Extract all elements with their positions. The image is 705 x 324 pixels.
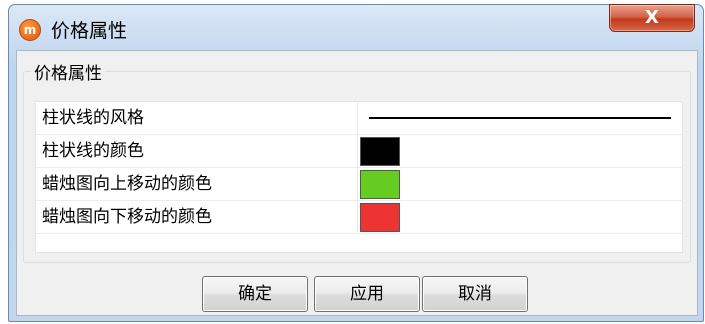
candle-up-color-value[interactable] [359, 168, 684, 201]
dialog-client-area: 价格属性 柱状线的风格 柱状线的颜色 蜡烛图向上移动的颜色 蜡烛图向下移动的颜色… [16, 50, 698, 316]
cancel-button[interactable]: 取消 [422, 276, 528, 312]
property-row-bar-color[interactable]: 柱状线的颜色 [36, 135, 684, 168]
property-label: 蜡烛图向下移动的颜色 [36, 201, 358, 234]
close-button[interactable]: X [609, 4, 695, 32]
property-label: 柱状线的风格 [36, 102, 358, 135]
property-label: 柱状线的颜色 [36, 135, 358, 168]
color-swatch-bar[interactable] [360, 137, 400, 166]
property-label: 蜡烛图向上移动的颜色 [36, 168, 358, 201]
property-row-candle-down-color[interactable]: 蜡烛图向下移动的颜色 [36, 201, 684, 234]
title-bar[interactable]: m 价格属性 X [9, 4, 703, 49]
bar-color-value[interactable] [359, 135, 684, 168]
candle-down-color-value[interactable] [359, 201, 684, 234]
price-properties-dialog: m 价格属性 X 价格属性 柱状线的风格 柱状线的颜色 蜡烛图向上移动的颜色 蜡… [8, 4, 704, 322]
property-row-candle-up-color[interactable]: 蜡烛图向上移动的颜色 [36, 168, 684, 201]
window-title: 价格属性 [51, 20, 128, 42]
bar-style-value[interactable] [359, 102, 684, 135]
property-row-bar-style[interactable]: 柱状线的风格 [36, 102, 684, 135]
ok-button[interactable]: 确定 [202, 276, 308, 312]
color-swatch-down[interactable] [360, 203, 400, 232]
group-title: 价格属性 [31, 59, 105, 84]
empty-row [36, 234, 684, 267]
color-swatch-up[interactable] [360, 170, 400, 199]
apply-button[interactable]: 应用 [314, 276, 420, 312]
line-style-sample [369, 117, 671, 119]
app-logo-icon: m [19, 19, 41, 41]
property-grid: 柱状线的风格 柱状线的颜色 蜡烛图向上移动的颜色 蜡烛图向下移动的颜色 [35, 101, 684, 253]
